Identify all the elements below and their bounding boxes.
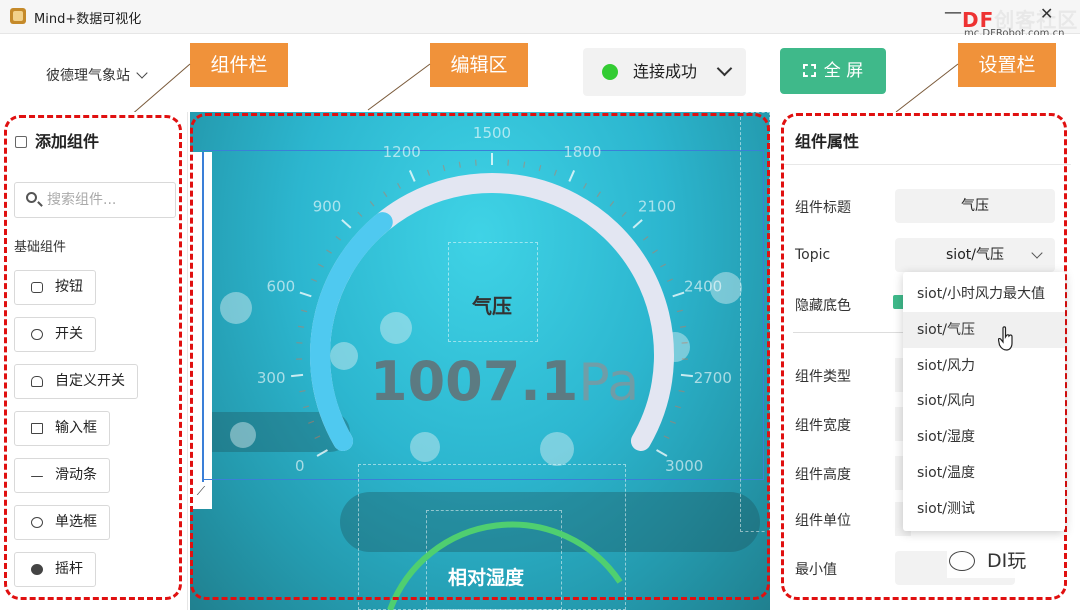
topic-option[interactable]: siot/小时风力最大值 <box>903 276 1065 312</box>
hand-cursor-icon <box>998 326 1013 351</box>
editor-highlight <box>190 113 770 600</box>
topic-option[interactable]: siot/气压 <box>903 312 1065 348</box>
wechat-icon <box>949 551 975 571</box>
topic-option[interactable]: siot/温度 <box>903 455 1065 491</box>
topic-option[interactable]: siot/测试 <box>903 491 1065 527</box>
wechat-badge: DI玩 <box>947 544 1047 578</box>
topic-dropdown-menu: siot/小时风力最大值 siot/气压 siot/风力 siot/风向 sio… <box>903 272 1065 531</box>
topic-option[interactable]: siot/风力 <box>903 348 1065 384</box>
topic-option[interactable]: siot/湿度 <box>903 419 1065 455</box>
component-bar-highlight <box>4 115 182 600</box>
topic-option[interactable]: siot/风向 <box>903 383 1065 419</box>
